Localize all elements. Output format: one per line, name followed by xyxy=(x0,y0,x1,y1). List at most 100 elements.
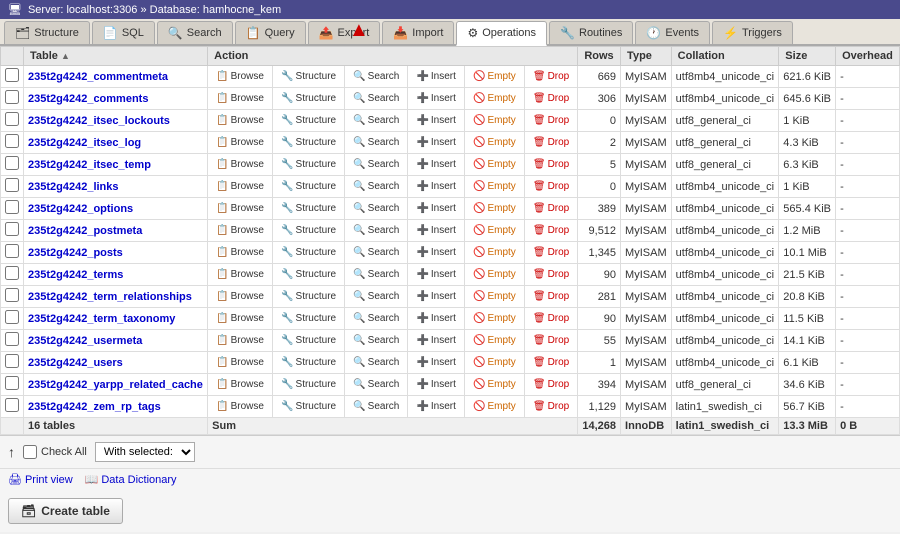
empty-button[interactable]: 🚫 Empty xyxy=(469,268,520,281)
structure-button[interactable]: 🔧 Structure xyxy=(277,92,340,105)
structure-button[interactable]: 🔧 Structure xyxy=(277,114,340,127)
empty-button[interactable]: 🚫 Empty xyxy=(469,378,520,391)
table-name-link[interactable]: 235t2g4242_commentmeta xyxy=(28,71,168,83)
empty-button[interactable]: 🚫 Empty xyxy=(469,246,520,259)
search-button[interactable]: 🔍 Search xyxy=(349,114,403,127)
table-name-link[interactable]: 235t2g4242_itsec_lockouts xyxy=(28,115,170,127)
structure-button[interactable]: 🔧 Structure xyxy=(277,356,340,369)
row-checkbox[interactable] xyxy=(5,178,19,192)
browse-button[interactable]: 📋 Browse xyxy=(212,356,268,369)
insert-button[interactable]: ➕ Insert xyxy=(412,356,459,369)
data-dictionary-link[interactable]: 📖 Data Dictionary xyxy=(85,473,177,486)
drop-button[interactable]: 🗑 Drop xyxy=(529,378,573,391)
row-checkbox[interactable] xyxy=(5,266,19,280)
check-all-checkbox[interactable] xyxy=(23,445,37,459)
browse-button[interactable]: 📋 Browse xyxy=(212,70,268,83)
tab-query[interactable]: 📋Query xyxy=(235,21,306,44)
row-checkbox[interactable] xyxy=(5,310,19,324)
browse-button[interactable]: 📋 Browse xyxy=(212,92,268,105)
search-button[interactable]: 🔍 Search xyxy=(349,70,403,83)
browse-button[interactable]: 📋 Browse xyxy=(212,290,268,303)
table-name-link[interactable]: 235t2g4242_itsec_log xyxy=(28,137,141,149)
insert-button[interactable]: ➕ Insert xyxy=(412,136,459,149)
drop-button[interactable]: 🗑 Drop xyxy=(529,290,573,303)
structure-button[interactable]: 🔧 Structure xyxy=(277,70,340,83)
row-checkbox[interactable] xyxy=(5,90,19,104)
table-name-link[interactable]: 235t2g4242_users xyxy=(28,357,123,369)
insert-button[interactable]: ➕ Insert xyxy=(412,378,459,391)
insert-button[interactable]: ➕ Insert xyxy=(412,268,459,281)
structure-button[interactable]: 🔧 Structure xyxy=(277,202,340,215)
row-checkbox[interactable] xyxy=(5,376,19,390)
table-name-link[interactable]: 235t2g4242_posts xyxy=(28,247,123,259)
tab-sql[interactable]: 📄SQL xyxy=(92,21,155,44)
empty-button[interactable]: 🚫 Empty xyxy=(469,290,520,303)
create-table-button[interactable]: 🗃 Create table xyxy=(8,498,123,524)
insert-button[interactable]: ➕ Insert xyxy=(412,224,459,237)
browse-button[interactable]: 📋 Browse xyxy=(212,114,268,127)
insert-button[interactable]: ➕ Insert xyxy=(412,158,459,171)
browse-button[interactable]: 📋 Browse xyxy=(212,268,268,281)
table-name-link[interactable]: 235t2g4242_zem_rp_tags xyxy=(28,401,161,413)
drop-button[interactable]: 🗑 Drop xyxy=(529,158,573,171)
insert-button[interactable]: ➕ Insert xyxy=(412,202,459,215)
with-selected-dropdown[interactable]: With selected: xyxy=(95,442,195,462)
empty-button[interactable]: 🚫 Empty xyxy=(469,400,520,413)
tab-import[interactable]: 📥Import xyxy=(382,21,454,44)
row-checkbox[interactable] xyxy=(5,244,19,258)
browse-button[interactable]: 📋 Browse xyxy=(212,180,268,193)
empty-button[interactable]: 🚫 Empty xyxy=(469,202,520,215)
browse-button[interactable]: 📋 Browse xyxy=(212,136,268,149)
table-name-link[interactable]: 235t2g4242_terms xyxy=(28,269,123,281)
empty-button[interactable]: 🚫 Empty xyxy=(469,136,520,149)
search-button[interactable]: 🔍 Search xyxy=(349,290,403,303)
empty-button[interactable]: 🚫 Empty xyxy=(469,334,520,347)
row-checkbox[interactable] xyxy=(5,332,19,346)
structure-button[interactable]: 🔧 Structure xyxy=(277,378,340,391)
insert-button[interactable]: ➕ Insert xyxy=(412,290,459,303)
search-button[interactable]: 🔍 Search xyxy=(349,356,403,369)
tab-export[interactable]: 📤Export xyxy=(308,21,381,44)
insert-button[interactable]: ➕ Insert xyxy=(412,246,459,259)
drop-button[interactable]: 🗑 Drop xyxy=(529,92,573,105)
row-checkbox[interactable] xyxy=(5,112,19,126)
drop-button[interactable]: 🗑 Drop xyxy=(529,356,573,369)
browse-button[interactable]: 📋 Browse xyxy=(212,202,268,215)
row-checkbox[interactable] xyxy=(5,354,19,368)
search-button[interactable]: 🔍 Search xyxy=(349,224,403,237)
drop-button[interactable]: 🗑 Drop xyxy=(529,268,573,281)
search-button[interactable]: 🔍 Search xyxy=(349,312,403,325)
insert-button[interactable]: ➕ Insert xyxy=(412,70,459,83)
table-name-link[interactable]: 235t2g4242_links xyxy=(28,181,119,193)
drop-button[interactable]: 🗑 Drop xyxy=(529,400,573,413)
browse-button[interactable]: 📋 Browse xyxy=(212,158,268,171)
row-checkbox[interactable] xyxy=(5,288,19,302)
empty-button[interactable]: 🚫 Empty xyxy=(469,312,520,325)
table-name-link[interactable]: 235t2g4242_comments xyxy=(28,93,148,105)
check-all-label[interactable]: Check All xyxy=(23,445,87,459)
search-button[interactable]: 🔍 Search xyxy=(349,180,403,193)
tab-routines[interactable]: 🔧Routines xyxy=(549,21,633,44)
row-checkbox[interactable] xyxy=(5,200,19,214)
drop-button[interactable]: 🗑 Drop xyxy=(529,202,573,215)
search-button[interactable]: 🔍 Search xyxy=(349,246,403,259)
browse-button[interactable]: 📋 Browse xyxy=(212,378,268,391)
empty-button[interactable]: 🚫 Empty xyxy=(469,114,520,127)
structure-button[interactable]: 🔧 Structure xyxy=(277,312,340,325)
empty-button[interactable]: 🚫 Empty xyxy=(469,92,520,105)
empty-button[interactable]: 🚫 Empty xyxy=(469,224,520,237)
search-button[interactable]: 🔍 Search xyxy=(349,378,403,391)
table-name-link[interactable]: 235t2g4242_options xyxy=(28,203,133,215)
drop-button[interactable]: 🗑 Drop xyxy=(529,114,573,127)
drop-button[interactable]: 🗑 Drop xyxy=(529,180,573,193)
table-name-link[interactable]: 235t2g4242_yarpp_related_cache xyxy=(28,379,203,391)
drop-button[interactable]: 🗑 Drop xyxy=(529,224,573,237)
row-checkbox[interactable] xyxy=(5,398,19,412)
structure-button[interactable]: 🔧 Structure xyxy=(277,268,340,281)
col-table[interactable]: Table ▲ xyxy=(24,47,208,66)
print-view-link[interactable]: 🖨 Print view xyxy=(8,473,73,486)
empty-button[interactable]: 🚫 Empty xyxy=(469,70,520,83)
structure-button[interactable]: 🔧 Structure xyxy=(277,246,340,259)
drop-button[interactable]: 🗑 Drop xyxy=(529,246,573,259)
drop-button[interactable]: 🗑 Drop xyxy=(529,312,573,325)
